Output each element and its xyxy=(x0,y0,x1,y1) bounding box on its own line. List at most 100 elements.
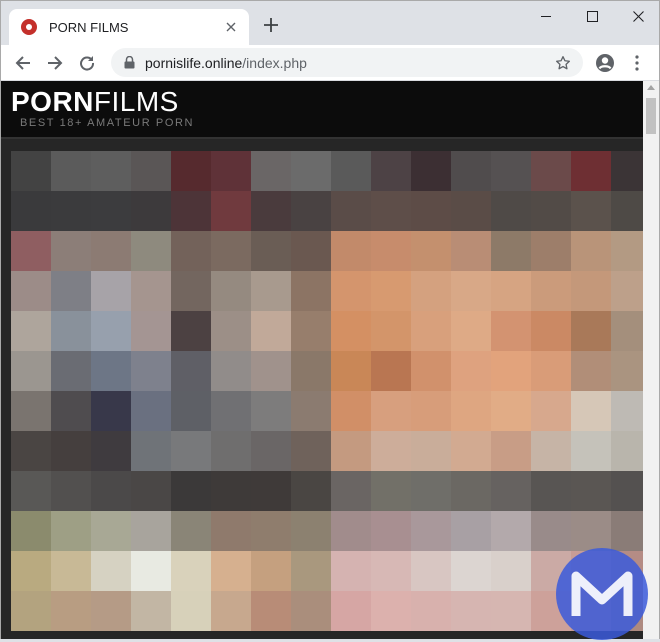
mosaic-tile xyxy=(291,271,331,311)
mosaic-tile xyxy=(371,391,411,431)
mosaic-tile xyxy=(331,591,371,631)
profile-button[interactable] xyxy=(591,49,619,77)
mosaic-tile xyxy=(291,351,331,391)
mosaic-tile xyxy=(91,391,131,431)
tab-title: PORN FILMS xyxy=(49,19,129,35)
reload-button[interactable] xyxy=(73,49,101,77)
mosaic-tile xyxy=(611,471,643,511)
mosaic-tile xyxy=(251,351,291,391)
tab-active[interactable]: PORN FILMS xyxy=(9,9,249,45)
mosaic-tile xyxy=(571,231,611,271)
pixelated-image-grid xyxy=(11,151,643,631)
mosaic-tile xyxy=(491,351,531,391)
mosaic-tile xyxy=(131,191,171,231)
mosaic-tile xyxy=(451,151,491,191)
browser-window: PORN FILMS pornislife.online/index.php P… xyxy=(0,0,660,640)
minimize-button[interactable] xyxy=(523,1,569,31)
scrollbar-thumb[interactable] xyxy=(646,98,656,134)
mosaic-tile xyxy=(51,471,91,511)
forward-button[interactable] xyxy=(41,49,69,77)
mosaic-tile xyxy=(211,391,251,431)
maximize-button[interactable] xyxy=(569,1,615,31)
scroll-up-arrow-icon[interactable] xyxy=(647,85,655,90)
mosaic-tile xyxy=(331,191,371,231)
mosaic-tile xyxy=(451,551,491,591)
mosaic-tile xyxy=(371,471,411,511)
mosaic-tile xyxy=(331,351,371,391)
mosaic-tile xyxy=(291,391,331,431)
mosaic-tile xyxy=(211,591,251,631)
mosaic-tile xyxy=(91,591,131,631)
mosaic-tile xyxy=(531,391,571,431)
mosaic-tile xyxy=(291,231,331,271)
mosaic-tile xyxy=(211,431,251,471)
mosaic-tile xyxy=(251,151,291,191)
lock-icon[interactable] xyxy=(121,55,137,71)
mosaic-tile xyxy=(211,191,251,231)
mosaic-tile xyxy=(531,351,571,391)
mosaic-tile xyxy=(371,191,411,231)
mosaic-tile xyxy=(491,311,531,351)
mosaic-tile xyxy=(491,431,531,471)
site-logo[interactable]: PORNFILMS xyxy=(11,87,179,117)
mosaic-tile xyxy=(571,511,611,551)
back-button[interactable] xyxy=(9,49,37,77)
mosaic-tile xyxy=(371,511,411,551)
site-tagline: BEST 18+ AMATEUR PORN xyxy=(20,117,195,129)
mosaic-tile xyxy=(531,311,571,351)
mosaic-tile xyxy=(571,471,611,511)
reload-icon xyxy=(80,56,95,71)
star-icon[interactable] xyxy=(553,53,573,73)
mosaic-tile xyxy=(11,231,51,271)
mosaic-tile xyxy=(331,511,371,551)
mosaic-tile xyxy=(51,391,91,431)
address-bar[interactable]: pornislife.online/index.php xyxy=(111,48,583,77)
close-icon[interactable] xyxy=(223,19,239,35)
mosaic-tile xyxy=(251,431,291,471)
mosaic-tile xyxy=(491,191,531,231)
browser-toolbar: pornislife.online/index.php xyxy=(1,45,659,81)
mosaic-tile xyxy=(291,191,331,231)
mosaic-tile xyxy=(411,591,451,631)
mosaic-tile xyxy=(371,311,411,351)
mosaic-tile xyxy=(51,231,91,271)
mosaic-tile xyxy=(51,551,91,591)
mosaic-tile xyxy=(491,151,531,191)
new-tab-button[interactable] xyxy=(259,13,283,37)
mosaic-tile xyxy=(91,191,131,231)
mosaic-tile xyxy=(291,311,331,351)
mosaic-tile xyxy=(131,511,171,551)
mosaic-tile xyxy=(251,551,291,591)
mosaic-tile xyxy=(91,471,131,511)
mosaic-tile xyxy=(51,591,91,631)
mosaic-tile xyxy=(171,551,211,591)
mosaic-tile xyxy=(291,551,331,591)
mosaic-tile xyxy=(451,271,491,311)
mosaic-tile xyxy=(211,231,251,271)
mosaic-tile xyxy=(171,591,211,631)
mosaic-tile xyxy=(491,271,531,311)
mosaic-tile xyxy=(451,191,491,231)
pixelated-image[interactable] xyxy=(11,151,643,639)
mosaic-tile xyxy=(371,551,411,591)
page-viewport: PORNFILMS BEST 18+ AMATEUR PORN xyxy=(1,81,643,639)
mosaic-tile xyxy=(131,471,171,511)
mosaic-tile xyxy=(531,231,571,271)
mosaic-tile xyxy=(211,151,251,191)
malwarebytes-logo-icon xyxy=(556,548,648,640)
mosaic-tile xyxy=(571,391,611,431)
mosaic-tile xyxy=(131,551,171,591)
window-close-button[interactable] xyxy=(615,1,660,31)
mosaic-tile xyxy=(291,431,331,471)
mosaic-tile xyxy=(131,151,171,191)
mosaic-tile xyxy=(611,431,643,471)
url-text[interactable]: pornislife.online/index.php xyxy=(145,55,553,71)
mosaic-tile xyxy=(411,231,451,271)
mosaic-tile xyxy=(51,191,91,231)
logo-bold-text: PORN xyxy=(11,86,94,117)
menu-button[interactable] xyxy=(623,49,651,77)
mosaic-tile xyxy=(411,311,451,351)
mosaic-tile xyxy=(131,431,171,471)
mosaic-tile xyxy=(531,191,571,231)
mosaic-tile xyxy=(451,351,491,391)
